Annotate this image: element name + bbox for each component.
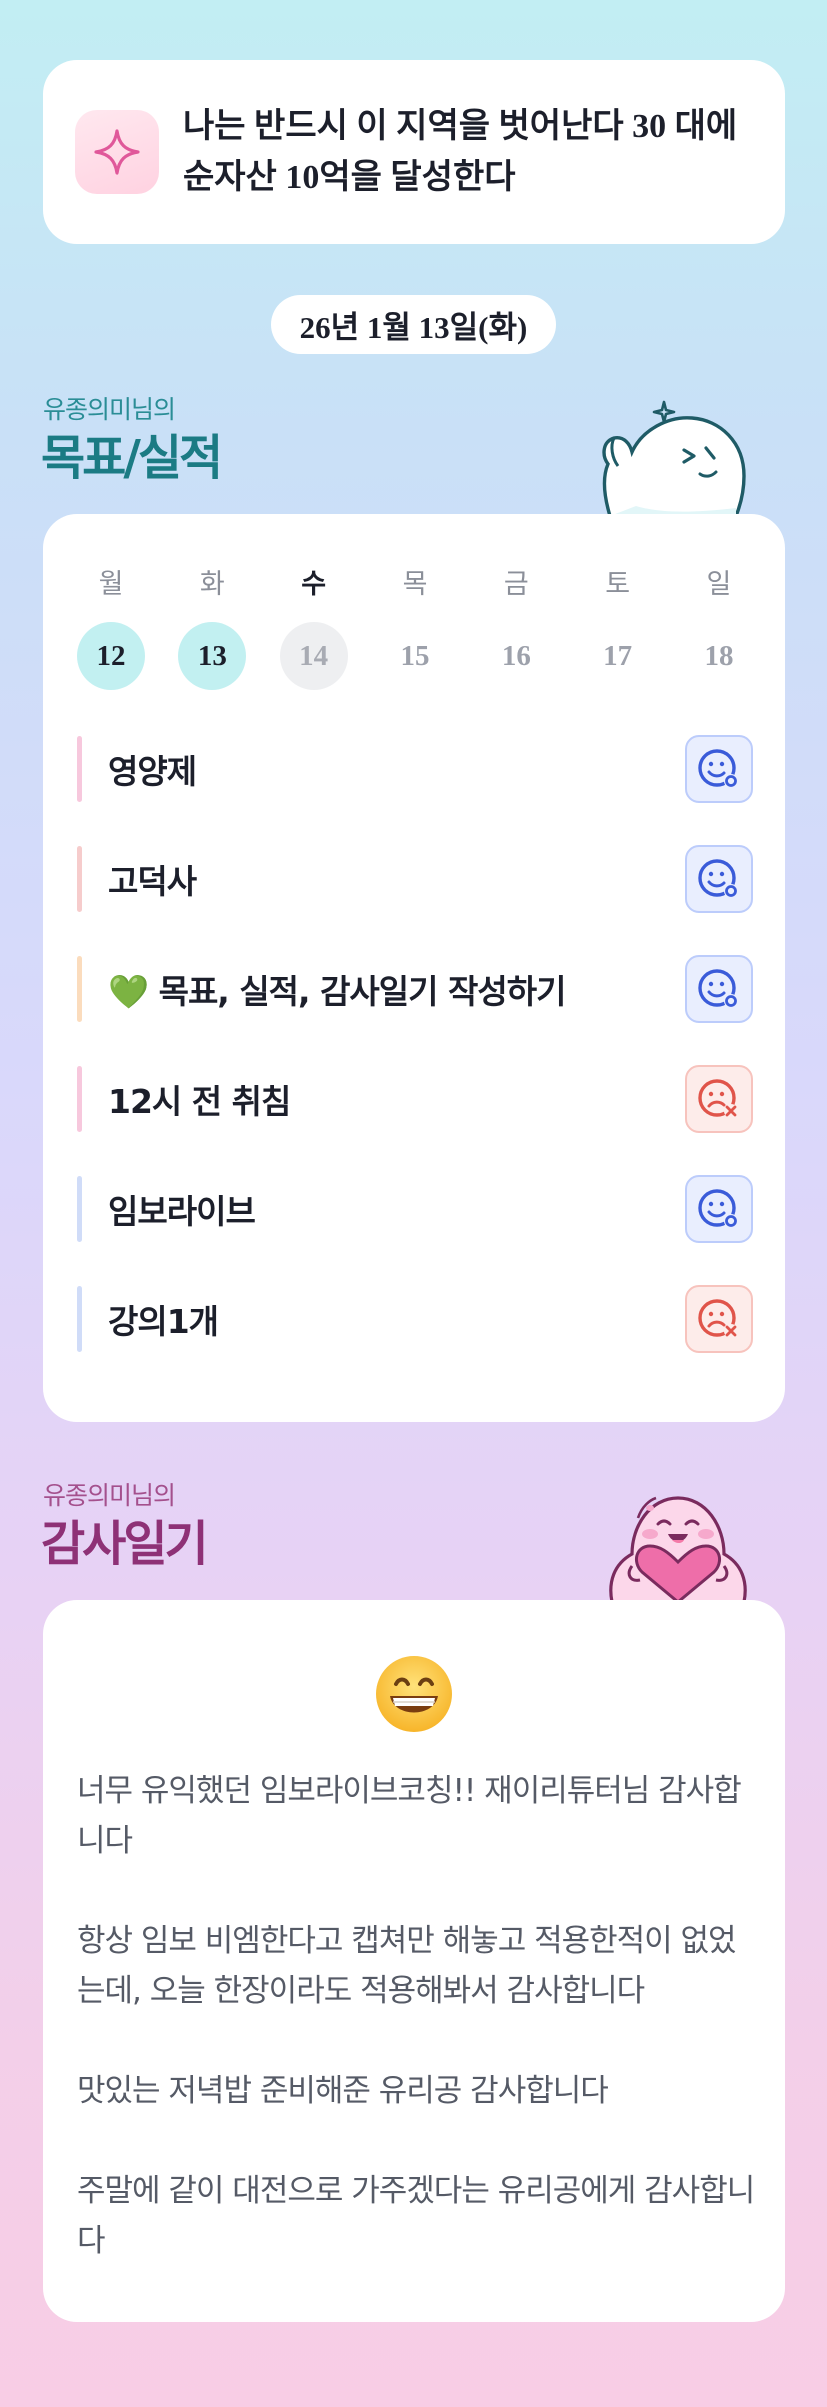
diary-text: 너무 유익했던 임보라이브코칭!! 재이리튜터님 감사합니다 항상 임보 비엠한…: [77, 1766, 757, 2316]
day-button[interactable]: 13: [178, 622, 247, 690]
goals-section-title: 목표/실적: [41, 430, 223, 486]
week-day-selector: 12 13 14 15 16 17 18: [77, 622, 753, 690]
task-color-bar: [77, 846, 82, 912]
weekday-label: 월: [98, 569, 124, 600]
weekday-header: 월 화 수 목 금 토 일: [77, 562, 753, 601]
success-face-icon[interactable]: [685, 845, 753, 913]
task-row[interactable]: 강의1개: [77, 1285, 753, 1353]
task-row[interactable]: 💚 목표, 실적, 감사일기 작성하기: [77, 955, 753, 1023]
grinning-face-icon: [372, 1652, 456, 1740]
diary-paragraph: 너무 유익했던 임보라이브코칭!! 재이리튜터님 감사합니다: [77, 1773, 742, 1859]
success-face-icon[interactable]: [685, 1175, 753, 1243]
fail-face-icon[interactable]: [685, 1285, 753, 1353]
diary-paragraph: 항상 임보 비엠한다고 캡쳐만 해놓고 적용한적이 없었는데, 오늘 한장이라도…: [77, 1923, 737, 2009]
weekday-label: 목: [402, 569, 428, 600]
task-row[interactable]: 임보라이브: [77, 1175, 753, 1243]
task-color-bar: [77, 1066, 82, 1132]
task-color-bar: [77, 736, 82, 802]
task-row[interactable]: 영양제: [77, 735, 753, 803]
day-button[interactable]: 14: [279, 622, 348, 690]
weekday-label: 수: [301, 569, 327, 600]
day-button[interactable]: 16: [482, 622, 550, 690]
diary-paragraph: 맛있는 저녁밥 준비해준 유리공 감사합니다: [77, 2073, 609, 2109]
diary-section-title: 감사일기: [41, 1516, 209, 1572]
day-button[interactable]: 17: [584, 622, 652, 690]
diary-paragraph: 주말에 같이 대전으로 가주겠다는 유리공에게 감사합니다: [77, 2173, 755, 2259]
diary-card: 너무 유익했던 임보라이브코칭!! 재이리튜터님 감사합니다 항상 임보 비엠한…: [43, 1600, 785, 2322]
task-row[interactable]: 고덕사: [77, 845, 753, 913]
day-button[interactable]: 12: [77, 622, 145, 690]
task-color-bar: [77, 956, 82, 1022]
task-label: 고덕사: [108, 862, 197, 901]
weekday-label: 금: [503, 569, 529, 600]
date-pill[interactable]: 26년 1월 13일(화): [271, 295, 556, 354]
weekday-label: 화: [199, 569, 225, 600]
weekday-label: 토: [605, 569, 631, 600]
waving-mascot-icon: [596, 386, 756, 520]
task-color-bar: [77, 1176, 82, 1242]
day-button[interactable]: 15: [381, 622, 449, 690]
goal-text: 나는 반드시 이 지역을 벗어난다 30 대에 순자산 10억을 달성한다: [183, 108, 738, 196]
weekday-label: 일: [706, 569, 732, 600]
heart-mascot-icon: [592, 1470, 762, 1606]
success-face-icon[interactable]: [685, 735, 753, 803]
success-face-icon[interactable]: [685, 955, 753, 1023]
task-row[interactable]: 12시 전 취침: [77, 1065, 753, 1133]
task-label: 12시 전 취침: [108, 1082, 291, 1121]
task-label: 영양제: [108, 752, 197, 791]
task-label: 임보라이브: [108, 1192, 256, 1231]
goals-card: 월 화 수 목 금 토 일 12 13 14 15 16 17 18 영양제고덕…: [43, 514, 785, 1422]
goal-banner: 나는 반드시 이 지역을 벗어난다 30 대에 순자산 10억을 달성한다: [43, 60, 785, 244]
fail-face-icon[interactable]: [685, 1065, 753, 1133]
task-color-bar: [77, 1286, 82, 1352]
task-label: 💚 목표, 실적, 감사일기 작성하기: [108, 972, 566, 1011]
day-button[interactable]: 18: [685, 622, 753, 690]
sparkle-icon: [75, 110, 159, 194]
task-label: 강의1개: [108, 1302, 219, 1341]
